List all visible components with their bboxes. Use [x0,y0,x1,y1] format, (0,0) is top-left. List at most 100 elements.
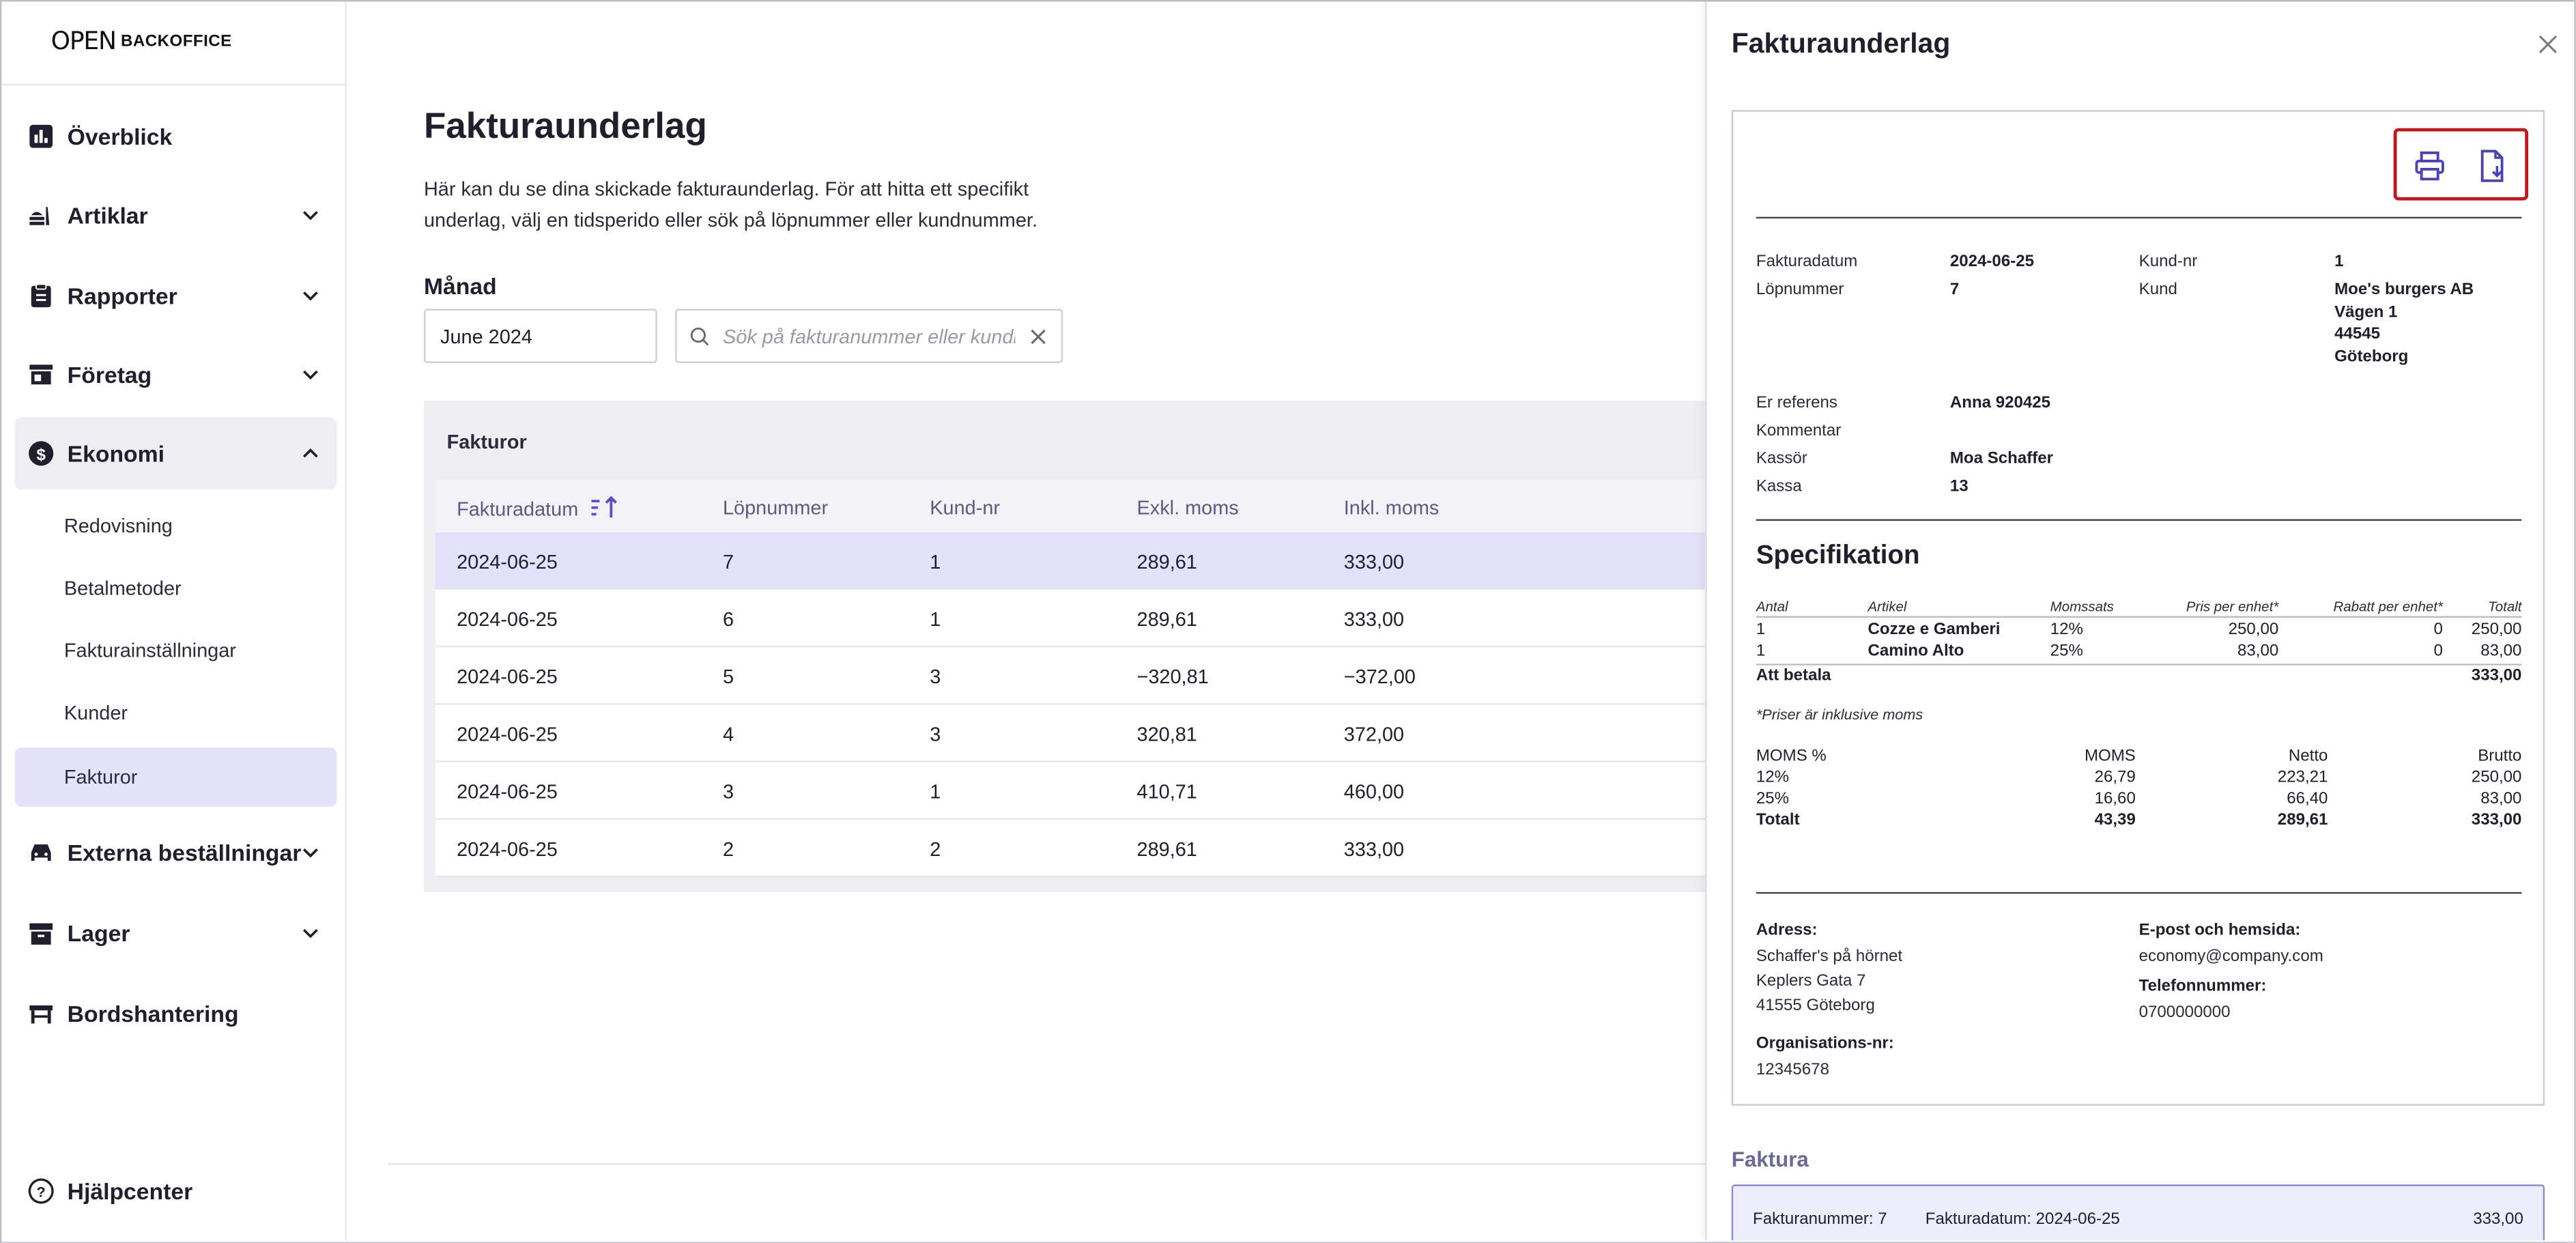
chevron-down-icon [302,370,318,380]
table-icon [28,1001,55,1027]
search-field[interactable] [675,309,1063,363]
search-input[interactable] [722,324,1016,348]
cell-lopnummer: 2 [722,838,734,861]
print-button[interactable] [2412,148,2448,184]
sort-ascending-icon[interactable] [590,496,620,519]
adress-line: 41555 Göteborg [1756,997,1875,1016]
vat-cell-percent: 25% [1756,790,1790,809]
kundnr-label: Kund-nr [2138,253,2198,272]
vat-cell-brutto: 250,00 [2471,769,2522,787]
vat-header-moms: MOMS [2084,747,2136,766]
column-header-fakturadatum[interactable]: Fakturadatum [457,496,620,521]
vat-cell-brutto: 83,00 [2480,790,2522,809]
sidebar-item-foretag[interactable]: Företag [15,339,337,411]
sidebar-item-lager[interactable]: Lager [15,897,337,969]
store-icon [28,361,55,388]
vat-cell-netto: 66,40 [2287,790,2328,809]
sidebar-subitem-kunder[interactable]: Kunder [15,683,337,743]
cell-fakturadatum: 2024-06-25 [457,665,558,689]
cell-exkl-moms: 289,61 [1136,608,1197,631]
fakturadatum-value: 2024-06-25 [1949,253,2034,272]
sidebar-item-externa-bestallningar[interactable]: Externa beställningar [15,816,337,889]
cell-fakturadatum: 2024-06-25 [457,722,558,746]
sidebar-item-artiklar[interactable]: Artiklar [15,179,337,251]
sidebar-subitem-redovisning[interactable]: Redovisning [15,496,337,556]
month-picker[interactable]: June 2024 [423,309,657,363]
sidebar-item-label: Överblick [67,123,173,150]
svg-text:?: ? [37,1183,46,1200]
sidebar-item-label: Artiklar [67,202,148,229]
help-icon: ? [28,1178,55,1205]
sidebar-subitem-betalmetoder[interactable]: Betalmetoder [15,558,337,618]
vat-cell-moms: 16,60 [2094,790,2136,809]
cell-fakturadatum: 2024-06-25 [457,608,558,631]
logo[interactable]: OPEN BACKOFFICE [51,25,232,57]
vat-header-brutto: Brutto [2478,747,2522,766]
adress-line: Keplers Gata 7 [1756,972,1866,991]
kassor-value: Moa Schaffer [1949,450,2054,468]
clipboard-icon [28,283,55,309]
adress-label: Adress: [1756,921,1818,940]
kund-city: Göteborg [2334,347,2409,366]
lopnummer-label: Löpnummer [1756,281,1844,300]
sidebar-item-bordshantering[interactable]: Bordshantering [15,977,337,1050]
vat-header-netto: Netto [2288,747,2328,766]
spec-header-pris: Pris per enhet* [2186,598,2279,615]
spec-header-antal: Antal [1756,598,1788,615]
vat-total-moms: 43,39 [2094,811,2136,830]
cell-inkl-moms: 333,00 [1343,838,1405,861]
cell-inkl-moms: 333,00 [1343,608,1405,631]
column-header-lopnummer[interactable]: Löpnummer [723,496,828,519]
spec-cell-antal: 1 [1756,642,1766,661]
spec-cell-momssats: 12% [2050,620,2083,640]
table-header: Fakturadatum Löpnummer Kund-nr Exkl. mom… [435,479,1706,532]
invoice-document: Fakturadatum 2024-06-25 Kund-nr 1 Löpnum… [1731,110,2545,1106]
column-header-inkl-moms[interactable]: Inkl. moms [1344,496,1440,519]
spec-cell-rabatt: 0 [2433,620,2443,640]
sidebar-item-ekonomi[interactable]: $ Ekonomi [14,417,337,490]
cell-exkl-moms: −320,81 [1136,665,1209,689]
vat-total-brutto: 333,00 [2471,811,2522,830]
email-label: E-post och hemsida: [2138,921,2301,940]
er-referens-label: Er referens [1756,394,1837,413]
page-title: Fakturaunderlag [423,105,707,147]
sidebar-subitem-fakturainstallningar[interactable]: Fakturainställningar [15,621,337,681]
document-actions [2393,128,2529,201]
cell-lopnummer: 5 [722,665,734,689]
download-pdf-button[interactable] [2474,148,2510,184]
att-betala-value: 333,00 [2471,667,2522,685]
help-center-link[interactable]: ? Hjälpcenter [15,1155,337,1227]
org-label: Organisations-nr: [1756,1035,1894,1053]
table-row[interactable]: 2024-06-25 4 3 320,81 372,00 [435,704,1706,762]
cell-kundnr: 1 [930,550,941,573]
close-icon[interactable] [2538,35,2558,55]
divider [1756,519,2522,521]
fakturadatum-label: Fakturadatum [1756,253,1858,272]
column-header-exkl-moms[interactable]: Exkl. moms [1137,496,1239,519]
cell-lopnummer: 6 [722,608,734,631]
table-row[interactable]: 2024-06-25 6 1 289,61 333,00 [435,590,1706,648]
cell-inkl-moms: 333,00 [1343,550,1405,573]
specification-title: Specifikation [1756,542,1920,571]
kund-postcode: 44545 [2334,325,2381,344]
sidebar-subitem-fakturor[interactable]: Fakturor [14,747,337,807]
phone-value: 0700000000 [2138,1003,2231,1023]
chevron-down-icon [302,211,318,220]
divider [1756,663,2522,666]
content-divider [388,1163,1706,1165]
cell-fakturadatum: 2024-06-25 [457,550,558,573]
table-row[interactable]: 2024-06-25 2 2 289,61 333,00 [435,819,1706,878]
att-betala-label: Att betala [1756,667,1831,685]
spec-cell-pris: 250,00 [2228,620,2279,640]
table-row[interactable]: 2024-06-25 5 3 −320,81 −372,00 [435,647,1706,705]
faktura-list-item[interactable]: Fakturanummer: 7 Fakturadatum: 2024-06-2… [1731,1184,2545,1241]
invoices-table: Fakturor Fakturadatum Löpnummer Kund-nr … [423,401,1706,892]
clear-icon[interactable] [1029,327,1048,347]
sidebar-item-rapporter[interactable]: Rapporter [15,259,337,332]
column-header-kundnr[interactable]: Kund-nr [930,496,1000,519]
table-row[interactable]: 2024-06-25 3 1 410,71 460,00 [435,762,1706,820]
table-row[interactable]: 2024-06-25 7 1 289,61 333,00 [435,532,1706,590]
sidebar-item-overblick[interactable]: Överblick [15,100,337,173]
food-icon [28,202,55,229]
divider [1756,616,2522,618]
